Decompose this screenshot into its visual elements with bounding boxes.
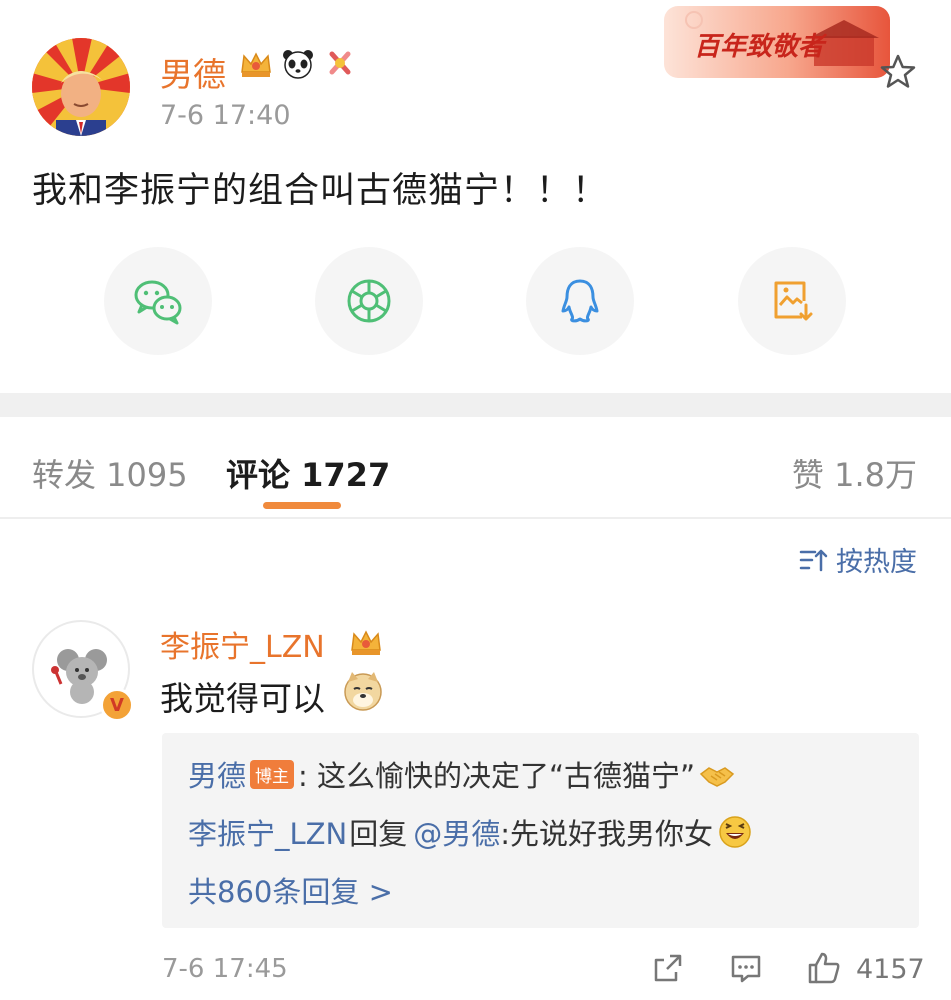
tab-like[interactable]: 赞 1.8万 bbox=[792, 450, 917, 496]
doge-emoji-icon bbox=[344, 672, 382, 711]
reply-text: : 这么愉快的决定了“古德猫宁” bbox=[298, 759, 696, 793]
crown-badge-icon bbox=[241, 52, 271, 77]
comment-icon bbox=[731, 955, 761, 983]
qq-icon bbox=[561, 279, 599, 323]
tabs-divider bbox=[0, 517, 951, 519]
author-badges bbox=[238, 46, 358, 82]
comment-body-text: 我觉得可以 bbox=[160, 679, 325, 718]
active-tab-indicator bbox=[263, 502, 341, 509]
reply-preview-box[interactable]: 男德 博主 : 这么愉快的决定了“古德猫宁” 李振宁_LZN 回复 @男德 :先… bbox=[162, 733, 919, 928]
share-moments-button[interactable] bbox=[315, 247, 423, 355]
comment-reply-button[interactable] bbox=[728, 950, 764, 990]
reply-text: :先说好我男你女 bbox=[500, 817, 714, 851]
favorite-star-icon[interactable] bbox=[878, 52, 918, 92]
reply-author[interactable]: 李振宁_LZN bbox=[188, 811, 347, 853]
share-wechat-button[interactable] bbox=[104, 247, 212, 355]
author-avatar-image bbox=[32, 38, 130, 136]
section-divider bbox=[0, 393, 951, 417]
gift-bell-badge-icon bbox=[329, 51, 351, 75]
reply-author[interactable]: 男德 bbox=[188, 753, 246, 795]
sort-label: 按热度 bbox=[836, 547, 917, 578]
reply-item[interactable]: 李振宁_LZN 回复 @男德 :先说好我男你女 bbox=[188, 811, 753, 853]
author-avatar[interactable] bbox=[32, 38, 130, 136]
host-tag-badge: 博主 bbox=[250, 759, 295, 789]
reply-verb: 回复 bbox=[349, 817, 408, 851]
wechat-icon bbox=[134, 280, 182, 325]
reply-item[interactable]: 男德 博主 : 这么愉快的决定了“古德猫宁” bbox=[188, 753, 735, 795]
sort-by-hot-button[interactable]: 按热度 bbox=[798, 540, 917, 579]
comment-like-button[interactable] bbox=[806, 950, 842, 990]
comment-share-button[interactable] bbox=[650, 950, 686, 990]
banner-text: 百年致敬者 bbox=[694, 32, 825, 62]
post-timestamp: 7-6 17:40 bbox=[160, 100, 291, 131]
comment-timestamp: 7-6 17:45 bbox=[162, 954, 288, 984]
comment-like-count: 4157 bbox=[856, 954, 925, 985]
sort-icon bbox=[799, 549, 828, 571]
tab-comment[interactable]: 评论 1727 bbox=[226, 450, 390, 496]
post-body-text: 我和李振宁的组合叫古德猫宁！！！ bbox=[32, 171, 609, 211]
panda-badge-icon bbox=[283, 50, 313, 79]
moments-icon bbox=[347, 279, 391, 323]
reply-mention[interactable]: @男德 bbox=[413, 811, 500, 853]
handshake-emoji-icon bbox=[699, 767, 735, 787]
share-save-image-button[interactable] bbox=[738, 247, 846, 355]
commenter-name[interactable]: 李振宁_LZN bbox=[160, 622, 325, 666]
view-all-replies-link[interactable]: 共860条回复 > bbox=[188, 869, 393, 911]
tab-repost[interactable]: 转发 1095 bbox=[32, 450, 188, 496]
verified-badge-icon: V bbox=[100, 688, 134, 722]
share-icon bbox=[654, 954, 682, 982]
share-qq-button[interactable] bbox=[526, 247, 634, 355]
laughing-emoji-icon bbox=[719, 816, 751, 848]
anniversary-banner[interactable]: 百年致敬者 bbox=[664, 6, 890, 78]
save-image-icon bbox=[774, 281, 813, 321]
crown-badge-icon bbox=[351, 630, 381, 655]
thumbs-up-icon bbox=[808, 952, 840, 984]
author-name[interactable]: 男德 bbox=[160, 48, 226, 96]
